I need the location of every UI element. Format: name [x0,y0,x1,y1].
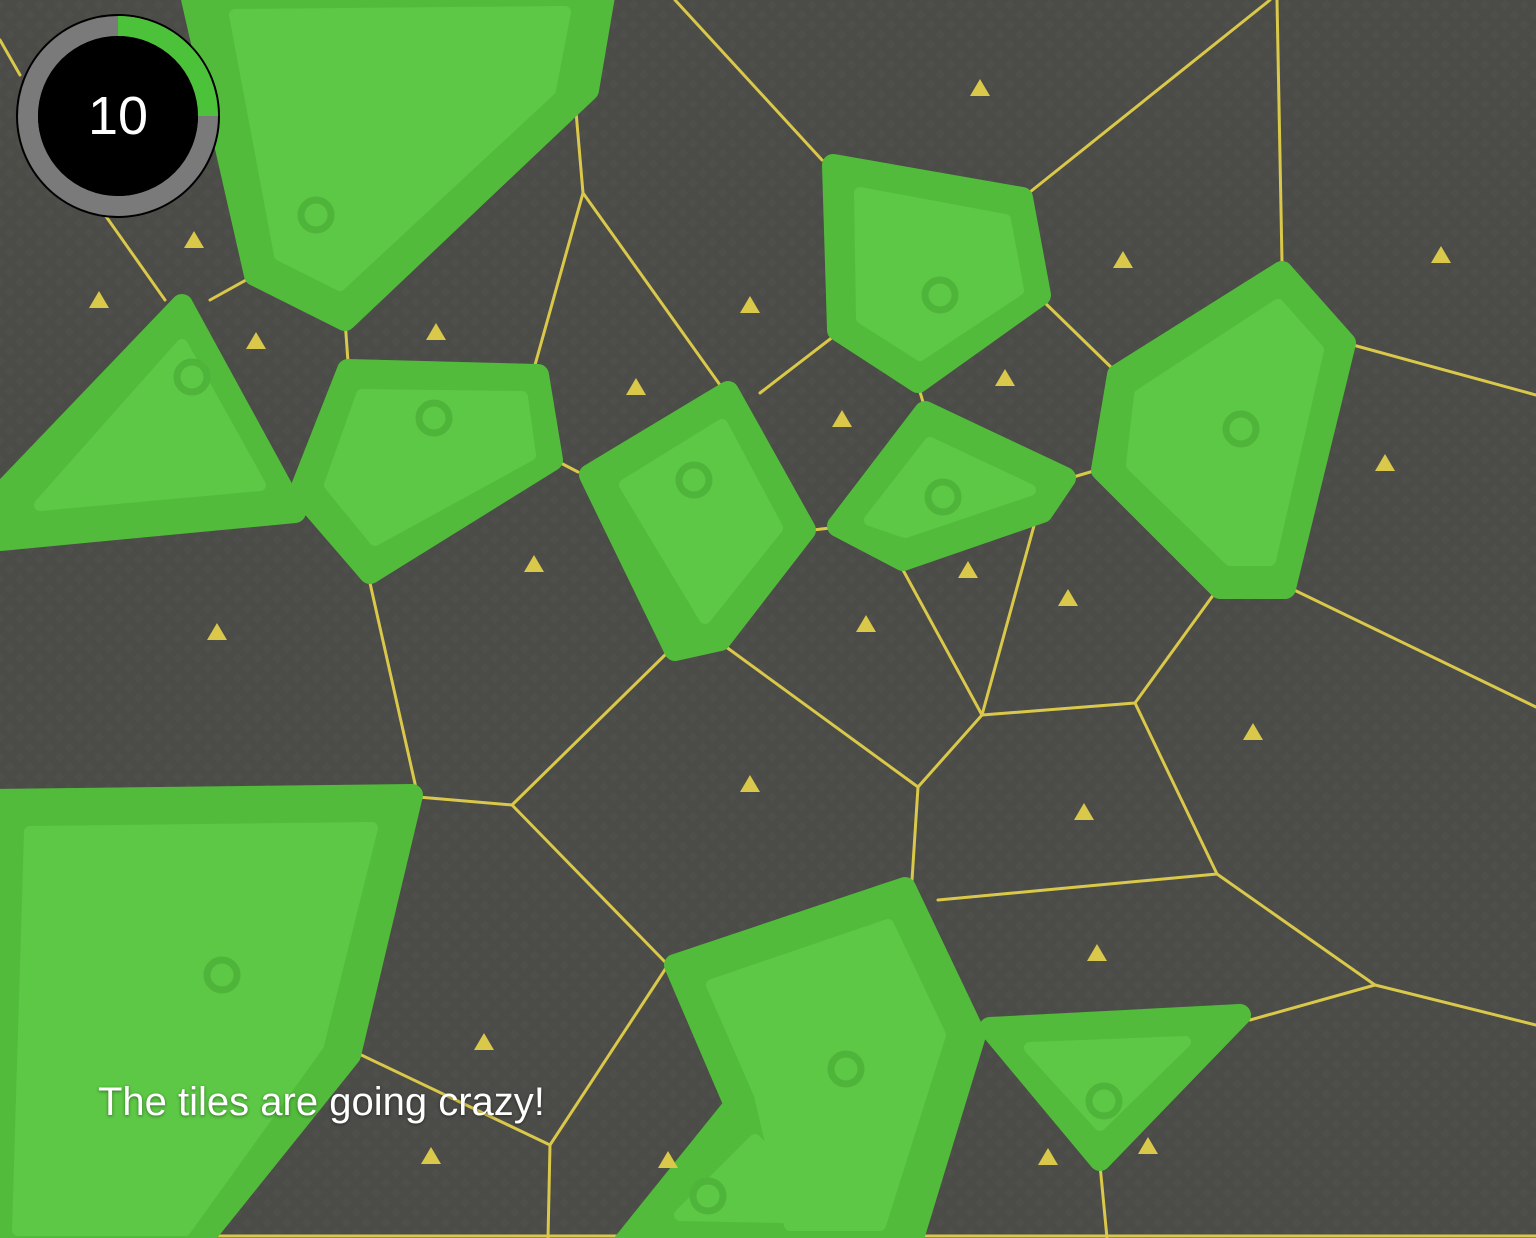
countdown-timer: 10 [14,12,222,220]
game-stage: 10 The tiles are going crazy! [0,0,1536,1238]
voronoi-board[interactable] [0,0,1536,1238]
timer-value: 10 [87,86,149,146]
status-message: The tiles are going crazy! [98,1080,545,1124]
